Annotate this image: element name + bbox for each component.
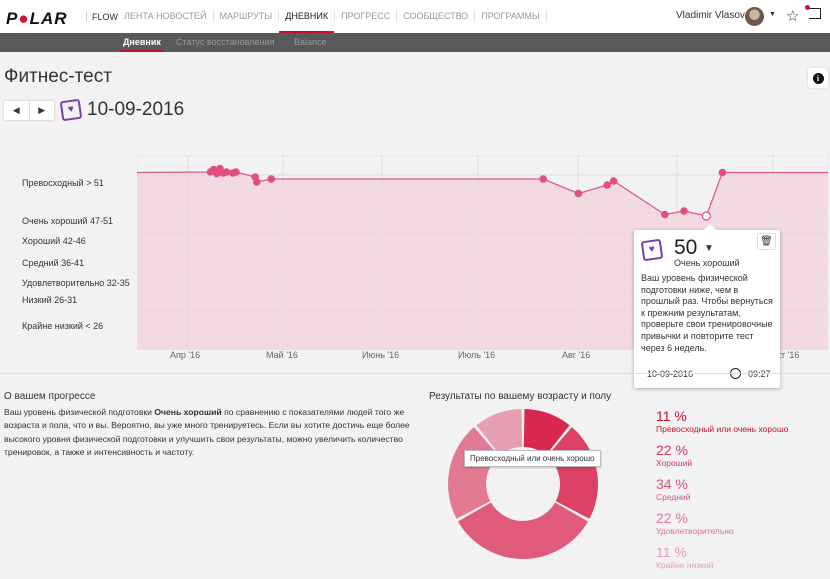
x-axis-label: Июнь '16 [362, 350, 400, 360]
legend-item: 11 % Крайне низкий [656, 545, 788, 579]
next-button[interactable]: ▶ [30, 101, 55, 120]
legend-label: Превосходный или очень хорошо [656, 424, 789, 434]
results-legend: 11 % Превосходный или очень хорошо 22 % Хор… [656, 409, 788, 579]
fitness-test-icon: ♥ [640, 238, 664, 262]
x-axis-label: Май '16 [266, 350, 298, 360]
data-point [660, 210, 669, 219]
data-point [232, 168, 240, 176]
sub-navigation: Дневник Статус восстановления Balance [0, 33, 830, 52]
delete-button[interactable]: 🗑 [757, 233, 776, 250]
data-point [609, 177, 618, 185]
y-axis-label: Крайне низкий < 26 [22, 321, 104, 331]
data-point [574, 189, 583, 198]
avatar[interactable] [745, 7, 764, 26]
nav-link[interactable]: СООБЩЕСТВО [397, 11, 476, 21]
progress-heading: О вашем прогрессе [4, 391, 96, 402]
trash-icon: 🗑 [760, 236, 773, 247]
legend-percent: 34 % [656, 476, 688, 492]
legend-item: 11 % Превосходный или очень хорошо [656, 409, 788, 443]
data-point [603, 181, 612, 189]
selected-data-point [701, 211, 712, 221]
data-point [222, 168, 231, 176]
tooltip-date: 10-09-2016 [647, 369, 694, 379]
legend-item: 22 % Удовлетворительно [656, 511, 788, 545]
page-title: Фитнес-тест [4, 66, 112, 87]
y-axis-label: Средний 36-41 [22, 258, 85, 268]
legend-label: Хороший [656, 458, 693, 468]
legend-label: Крайне низкий [656, 560, 714, 570]
current-date: 10-09-2016 [87, 99, 185, 120]
donut-tooltip: Превосходный или очень хорошо [464, 450, 601, 467]
text: Ваш уровень физической подготовки [4, 407, 155, 417]
subnav-tab[interactable]: Статус восстановления [176, 37, 274, 47]
tooltip-message: Ваш уровень физической подготовки ниже, … [641, 273, 773, 353]
y-axis-label: Удовлетворительно 32-35 [22, 278, 130, 288]
legend-item: 22 % Хороший [656, 443, 788, 477]
legend-percent: 22 % [656, 510, 688, 526]
top-navigation: P●LAR FLOW ЛЕНТА НОВОСТЕЙ МАРШРУТЫ ДНЕВНИК… [0, 0, 830, 33]
x-axis-label: Авг '16 [562, 350, 591, 360]
legend-percent: 11 % [656, 544, 687, 560]
fitness-level: Очень хороший [154, 407, 222, 417]
data-point [718, 168, 727, 177]
nav-link[interactable]: ПРОГРАММЫ [475, 11, 547, 21]
y-axis-label: Низкий 26-31 [22, 295, 78, 305]
nav-link[interactable]: МАРШРУТЫ [214, 11, 280, 21]
progress-text: Ваш уровень физической подготовки Очень … [4, 406, 414, 460]
tooltip-level: Очень хороший [674, 258, 740, 268]
subnav-tab[interactable]: Дневник [120, 37, 164, 52]
nav-link[interactable]: ЛЕНТА НОВОСТЕЙ [118, 11, 214, 21]
data-point [267, 175, 276, 183]
legend-percent: 11 % [656, 408, 687, 424]
divider [0, 373, 830, 374]
x-axis-label: Июль '16 [458, 350, 496, 360]
donut-slice [458, 502, 588, 559]
notifications-icon[interactable] [805, 5, 821, 19]
data-point [539, 175, 548, 183]
fitness-test-icon: ♥ [59, 98, 83, 122]
test-tooltip: ♥ 50 ▼ Очень хороший 🗑 Ваш уровень физич… [634, 224, 780, 388]
polar-logo[interactable]: P●LAR [6, 9, 68, 29]
star-icon[interactable]: ☆ [786, 7, 799, 25]
nav-link[interactable]: ДНЕВНИК [279, 11, 336, 33]
legend-label: Средний [656, 492, 691, 502]
y-axis-label: Превосходный > 51 [22, 178, 104, 188]
data-point [253, 178, 261, 186]
flow-label: FLOW [86, 12, 118, 22]
legend-item: 34 % Средний [656, 477, 788, 511]
previous-button[interactable]: ◀ [4, 101, 30, 120]
subnav-tab[interactable]: Balance [294, 37, 327, 47]
results-donut-chart [448, 409, 598, 559]
main-menu: ЛЕНТА НОВОСТЕЙ МАРШРУТЫ ДНЕВНИК ПРОГРЕСС СОО… [118, 11, 547, 33]
legend-label: Удовлетворительно [656, 526, 734, 536]
info-button[interactable]: i [808, 68, 828, 88]
chevron-down-icon[interactable]: ▼ [769, 11, 776, 18]
user-name[interactable]: Vladimir Vlasov [676, 10, 745, 21]
data-point [680, 207, 688, 215]
caret-down-icon: ▼ [704, 243, 714, 254]
y-axis-label: Хороший 42-46 [22, 236, 86, 246]
info-icon: i [812, 73, 824, 84]
date-navigation: ◀ ▶ [4, 101, 54, 120]
y-axis-label: Очень хороший 47-51 [22, 216, 114, 226]
tooltip-time: 09:27 [748, 369, 771, 379]
tooltip-value: 50 [674, 236, 698, 259]
x-axis-label: Апр '16 [170, 350, 201, 360]
legend-percent: 22 % [656, 442, 688, 458]
nav-link[interactable]: ПРОГРЕСС [335, 11, 398, 21]
